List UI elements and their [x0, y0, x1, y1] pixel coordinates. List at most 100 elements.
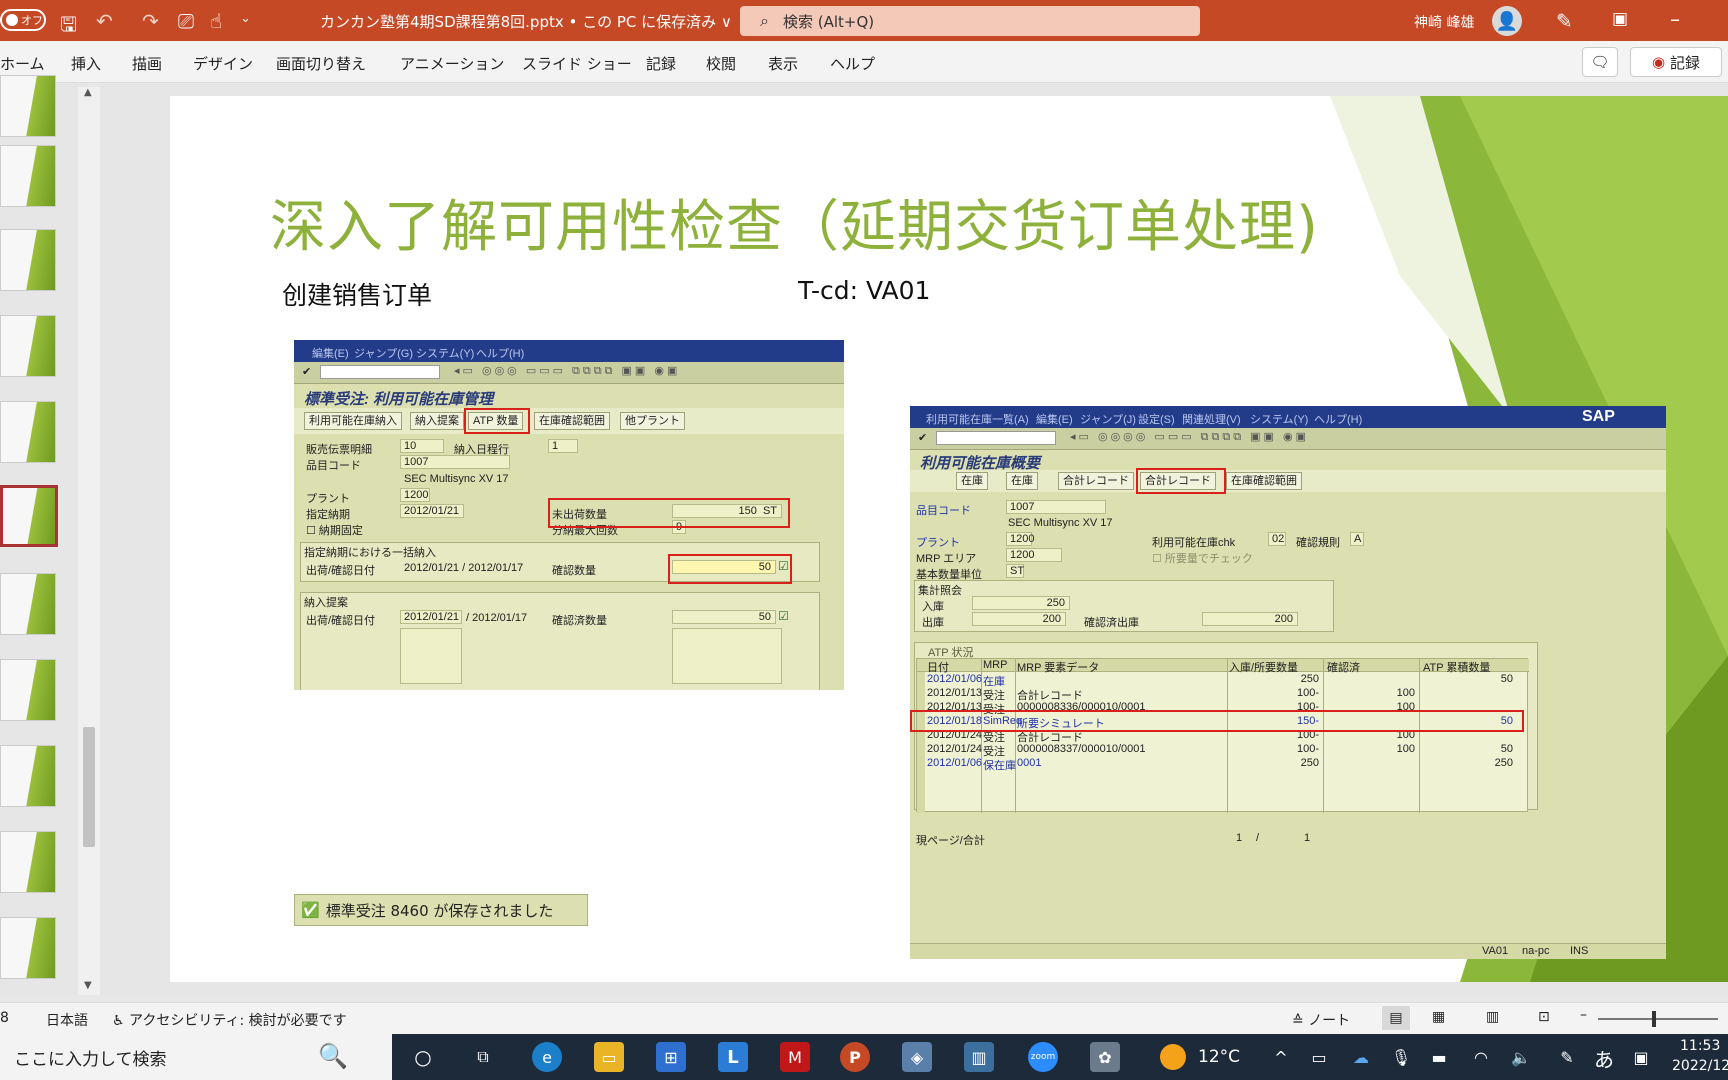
- wifi-icon[interactable]: ◠: [1466, 1042, 1496, 1072]
- zoom-slider[interactable]: [1598, 1018, 1718, 1020]
- slide-number: 8: [0, 1010, 9, 1026]
- clock-date[interactable]: 2022/12: [1672, 1058, 1728, 1074]
- search-highlight-icon: 🔍: [318, 1042, 348, 1070]
- slide-thumbnail-selected[interactable]: [0, 485, 58, 547]
- slide-thumbnail[interactable]: [0, 659, 56, 721]
- tab-slideshow[interactable]: スライド ショー: [522, 53, 632, 74]
- tab-draw[interactable]: 描画: [132, 53, 162, 74]
- redo-icon[interactable]: ↷: [142, 9, 159, 33]
- normal-view-icon[interactable]: ▤: [1382, 1006, 1410, 1030]
- table-row: 2012/01/13 受注 合計レコード 100- 100: [927, 687, 1415, 702]
- slide-canvas[interactable]: 深入了解可用性检查（延期交货订单处理) 创建销售订单 T-cd: VA01 編集…: [170, 96, 1728, 982]
- virtualbox-icon[interactable]: ◈: [902, 1042, 932, 1072]
- table-row: 2012/01/06 保在庫 0001 250 250: [927, 757, 1513, 772]
- pen-icon[interactable]: ✎: [1552, 1042, 1582, 1072]
- fixed-date-checkbox: ☐ 納期固定: [306, 525, 363, 537]
- sap-toolbar: ✔ ◂▭ ◎◎◎◎ ▭▭▭ ⧉⧉⧉⧉ ▣▣ ◉▣: [910, 428, 1666, 450]
- success-check-icon: ✅: [301, 901, 320, 919]
- tab-insert[interactable]: 挿入: [71, 53, 101, 74]
- ime-mode-icon[interactable]: ▣: [1626, 1042, 1656, 1072]
- slide-thumbnail[interactable]: [0, 229, 56, 291]
- other-plants-button: 他プラント: [620, 412, 685, 430]
- ribbon-display-icon[interactable]: ▣: [1612, 9, 1628, 29]
- slide-thumbnail[interactable]: [0, 831, 56, 893]
- powerpoint-icon[interactable]: P: [840, 1042, 870, 1072]
- sap-screenshot-right[interactable]: 利用可能在庫一覧(A) 編集(E) ジャンプ(J) 設定(S) 関連処理(V) …: [910, 406, 1666, 959]
- task-view-icon[interactable]: ⧉: [468, 1042, 498, 1072]
- stock-button: 在庫: [956, 472, 988, 490]
- autosave-toggle[interactable]: オフ: [0, 9, 46, 31]
- undo-icon[interactable]: ↶: [96, 9, 113, 33]
- tab-review[interactable]: 校閲: [706, 53, 736, 74]
- meet-icon[interactable]: ▭: [1304, 1042, 1334, 1072]
- sap-screenshot-left[interactable]: 編集(E) ジャンプ(G) システム(Y) ヘルプ(H) ✔ ◂▭ ◎◎◎ ▭▭…: [294, 340, 844, 690]
- comments-button[interactable]: 🗨: [1582, 47, 1618, 77]
- scroll-down-icon[interactable]: ▼: [84, 980, 92, 991]
- slide-subtitle-left[interactable]: 创建销售订单: [282, 276, 432, 312]
- tab-design[interactable]: デザイン: [193, 53, 253, 74]
- table-row: 2012/01/24 受注 0000008337/000010/0001 100…: [927, 743, 1513, 758]
- weather-temp[interactable]: 12°C: [1198, 1047, 1240, 1067]
- zoom-out-icon[interactable]: –: [1580, 1007, 1587, 1023]
- file-explorer-icon[interactable]: ▭: [594, 1042, 624, 1072]
- tab-help[interactable]: ヘルプ: [830, 53, 875, 74]
- document-title[interactable]: カンカン塾第4期SD課程第8回.pptx • この PC に保存済み ∨: [320, 11, 732, 32]
- chevron-up-icon[interactable]: ^: [1266, 1042, 1296, 1072]
- zoom-slider-thumb[interactable]: [1652, 1011, 1656, 1027]
- l-app-icon[interactable]: L: [718, 1042, 748, 1072]
- scrollbar-thumb[interactable]: [83, 727, 95, 847]
- comment-icon: 🗨: [1590, 53, 1610, 71]
- volume-icon[interactable]: 🔈: [1506, 1042, 1536, 1072]
- touch-mode-icon[interactable]: ☝: [210, 9, 222, 33]
- avatar[interactable]: 👤: [1492, 6, 1522, 36]
- slide-subtitle-right[interactable]: T-cd: VA01: [798, 276, 930, 305]
- slide-thumbnail[interactable]: [0, 315, 56, 377]
- notes-button[interactable]: ≙ ノート: [1292, 1010, 1350, 1030]
- pen-icon[interactable]: ✎: [1556, 9, 1573, 33]
- slide-thumbnail[interactable]: [0, 145, 56, 207]
- app-icon[interactable]: ✿: [1090, 1042, 1120, 1072]
- slide-sorter-icon[interactable]: ▦: [1432, 1009, 1445, 1025]
- mic-icon[interactable]: 🎙: [1386, 1042, 1416, 1072]
- slide-title[interactable]: 深入了解可用性检查（延期交货订单处理): [270, 182, 1319, 263]
- search-input[interactable]: ⌕ 検索 (Alt+Q): [740, 6, 1200, 36]
- language-indicator[interactable]: 日本語: [46, 1010, 88, 1030]
- check-icon: ☑: [778, 609, 789, 623]
- proposal-grid: [400, 628, 462, 684]
- tab-record[interactable]: 記録: [646, 53, 676, 74]
- delivery-proposal-button: 納入提案: [410, 412, 464, 430]
- reading-view-icon[interactable]: ▥: [1486, 1009, 1499, 1025]
- tab-transitions[interactable]: 画面切り替え: [276, 53, 366, 74]
- slide-thumbnail[interactable]: [0, 75, 56, 137]
- accessibility-checker[interactable]: ♿ アクセシビリティ: 検討が必要です: [112, 1010, 347, 1030]
- sap-toolbar: ✔ ◂▭ ◎◎◎ ▭▭▭ ⧉⧉⧉⧉ ▣▣ ◉▣: [294, 362, 844, 384]
- minimize-icon[interactable]: –: [1670, 7, 1680, 31]
- slideshow-icon[interactable]: ⊡: [1538, 1009, 1550, 1025]
- slide-thumbnail[interactable]: [0, 917, 56, 979]
- tab-view[interactable]: 表示: [768, 53, 798, 74]
- customize-chevron-icon[interactable]: ⌄: [240, 11, 251, 26]
- tab-home[interactable]: ホーム: [0, 53, 45, 74]
- store-icon[interactable]: ⊞: [656, 1042, 686, 1072]
- cortana-icon[interactable]: ○: [408, 1042, 438, 1072]
- record-button[interactable]: ◉ 記録: [1630, 47, 1722, 77]
- zoom-icon[interactable]: zoom: [1028, 1042, 1058, 1072]
- task-manager-icon[interactable]: ▥: [964, 1042, 994, 1072]
- edge-icon[interactable]: e: [532, 1042, 562, 1072]
- slide-thumbnail[interactable]: [0, 573, 56, 635]
- scroll-up-icon[interactable]: ▲: [84, 87, 92, 98]
- onedrive-icon[interactable]: ☁: [1346, 1042, 1376, 1072]
- present-icon[interactable]: ⎚: [178, 9, 194, 33]
- thumbnail-scrollbar[interactable]: ▲ ▼: [78, 87, 100, 995]
- clock-time[interactable]: 11:53: [1680, 1038, 1720, 1054]
- slide-thumbnail[interactable]: [0, 745, 56, 807]
- tab-animations[interactable]: アニメーション: [400, 53, 504, 74]
- save-icon[interactable]: 🖫: [60, 10, 77, 44]
- taskbar-search-input[interactable]: ここに入力して検索 🔍: [0, 1034, 392, 1080]
- notes-icon: ≙: [1292, 1013, 1304, 1029]
- mcafee-icon[interactable]: M: [780, 1042, 810, 1072]
- battery-icon[interactable]: ▬: [1424, 1042, 1454, 1072]
- sap-status-message[interactable]: ✅ 標準受注 8460 が保存されました: [294, 894, 588, 926]
- slide-thumbnail[interactable]: [0, 401, 56, 463]
- ime-indicator[interactable]: あ: [1594, 1044, 1614, 1073]
